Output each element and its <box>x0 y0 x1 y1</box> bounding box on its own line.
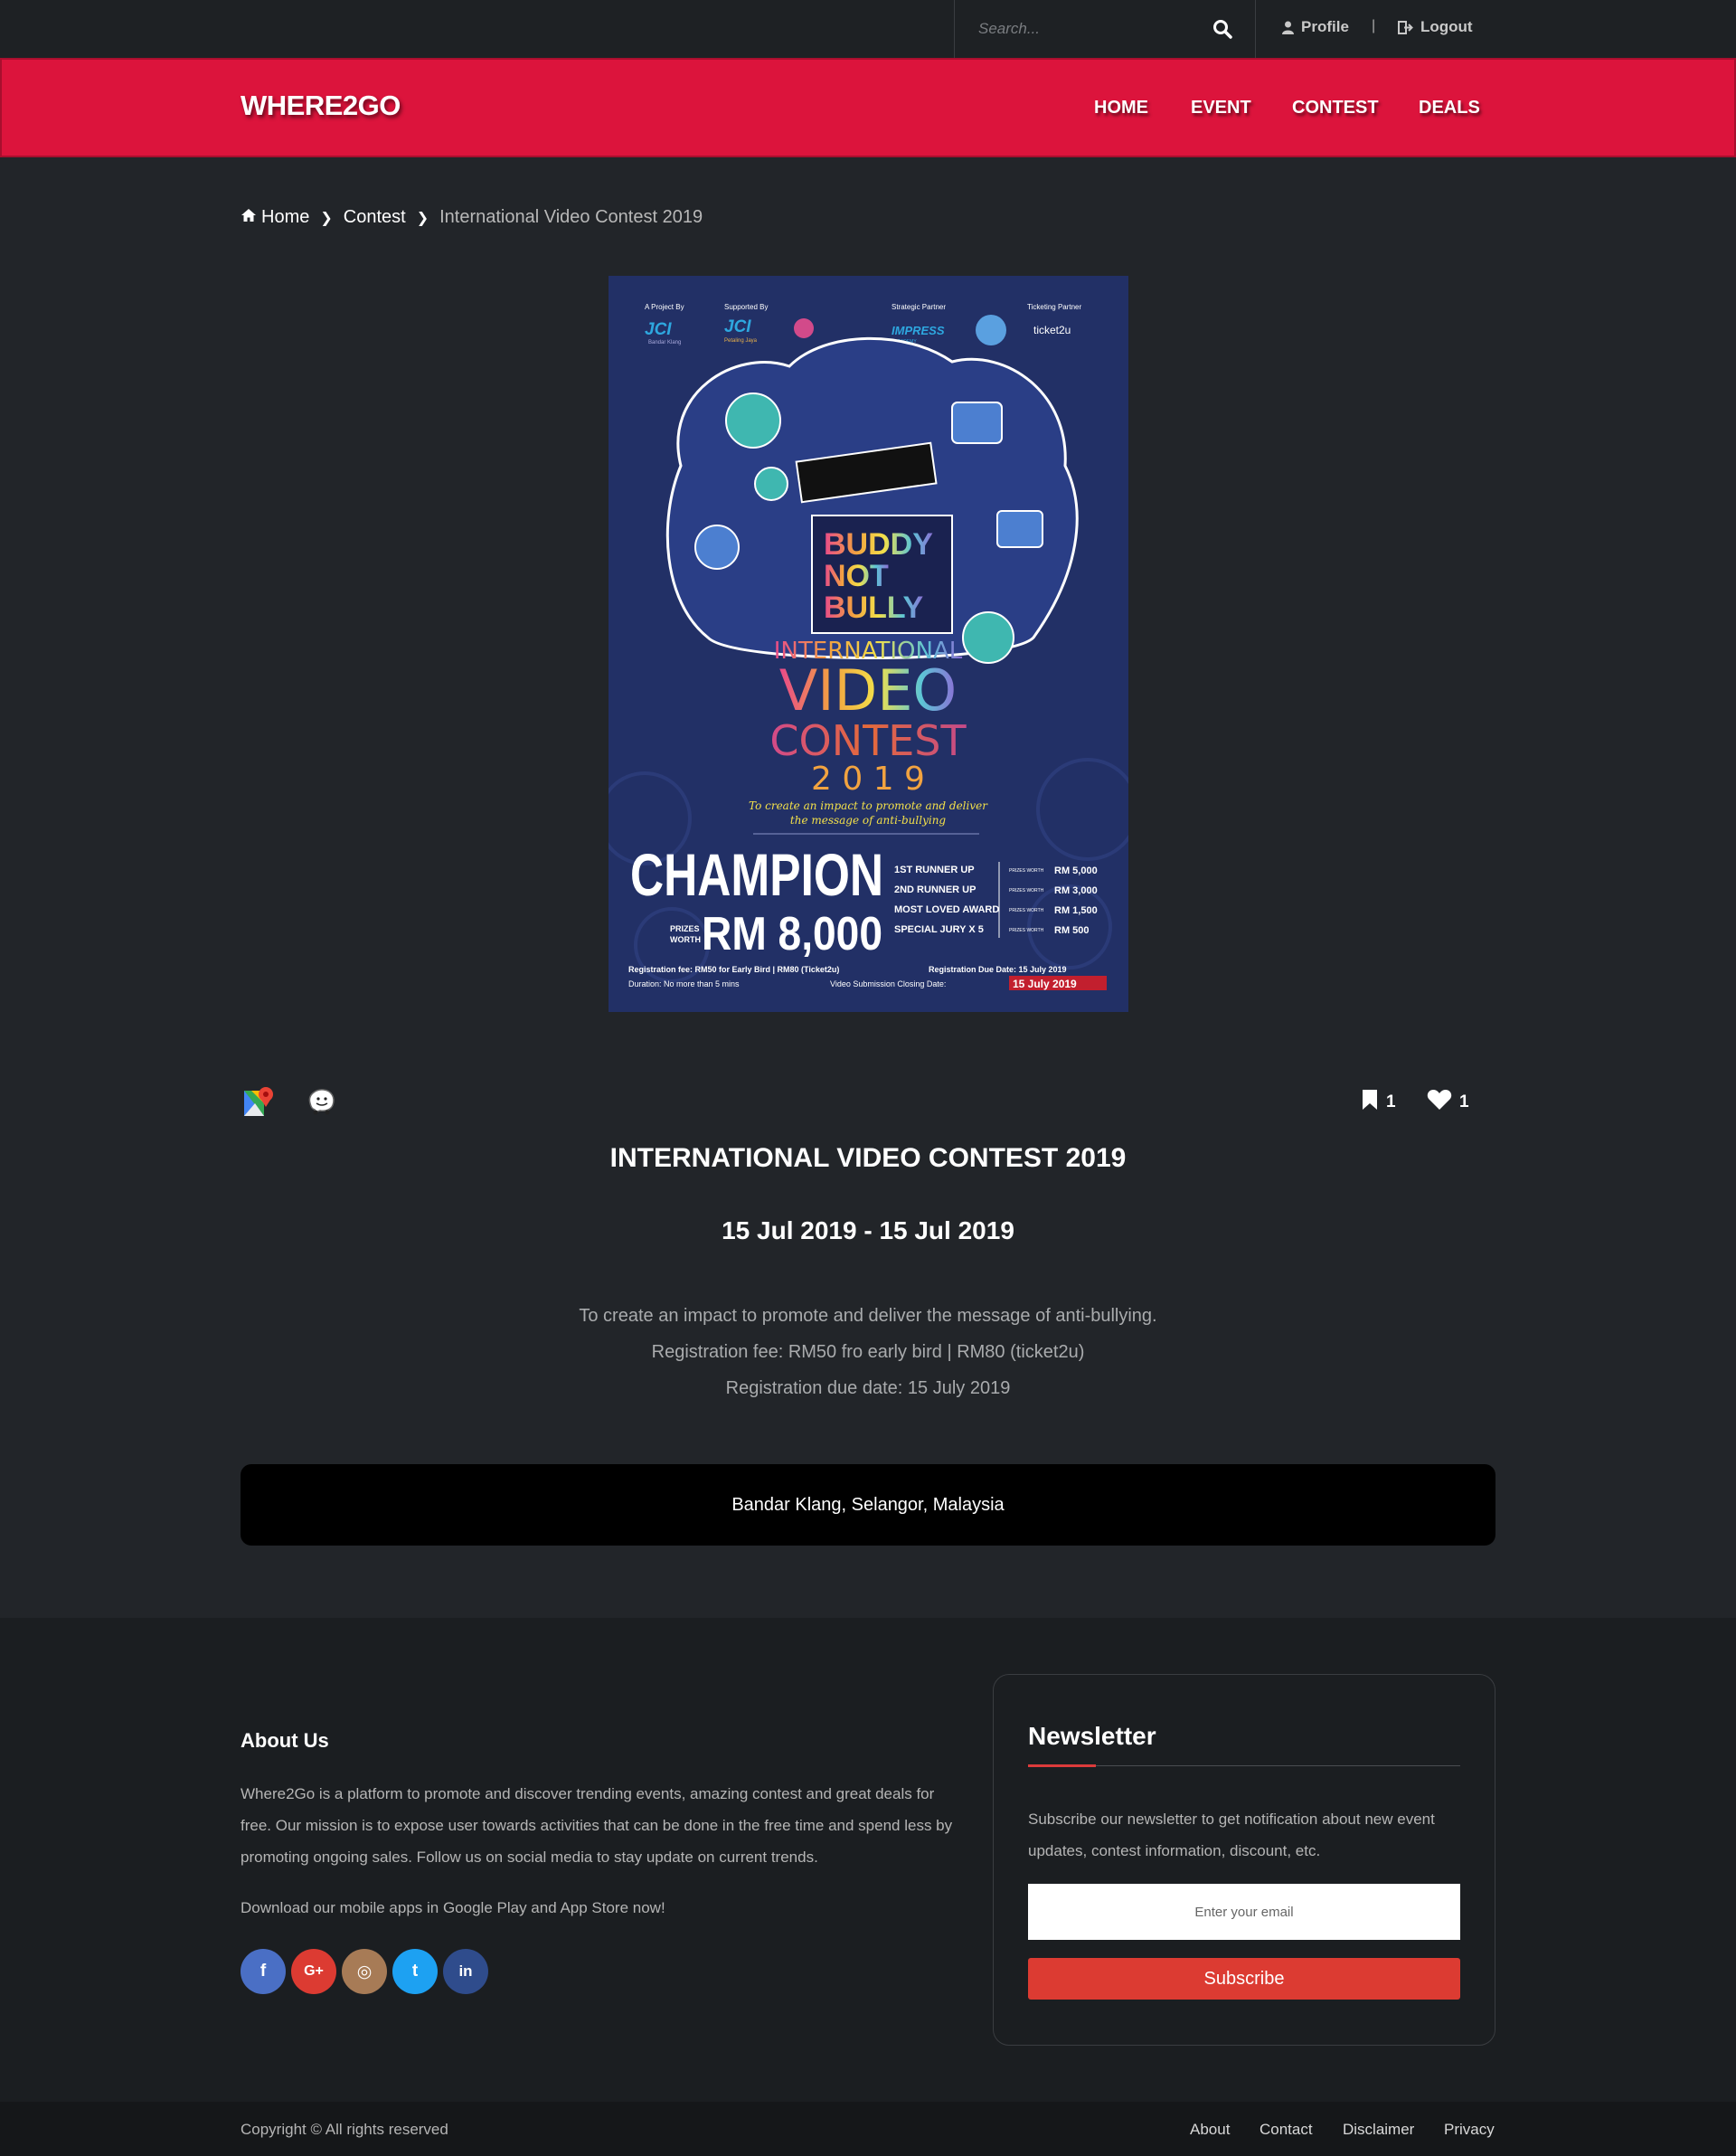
copyright: Copyright © All rights reserved <box>241 2121 448 2138</box>
subscribe-button[interactable]: Subscribe <box>1028 1958 1460 2000</box>
poster-champion-prize: RM 8,000 <box>702 908 882 960</box>
poster-prize-value: RM 1,500 <box>1054 905 1098 916</box>
google-plus-icon[interactable]: G+ <box>291 1949 336 1994</box>
event-description-line: Registration due date: 15 July 2019 <box>725 1378 1011 1398</box>
event-dates: 15 Jul 2019 - 15 Jul 2019 <box>722 1216 1014 1244</box>
poster-duration-line: Duration: No more than 5 mins <box>628 979 740 988</box>
event-description-line: Registration fee: RM50 fro early bird | … <box>651 1342 1085 1362</box>
poster-prizes-worth-small: PRIZES WORTH <box>1009 928 1044 933</box>
nav-separator: | <box>1372 18 1376 33</box>
event-poster: A Project By Supported By Strategic Part… <box>609 276 1128 1012</box>
divider-accent <box>1028 1764 1096 1767</box>
poster-prizes-worth: WORTH <box>670 935 701 944</box>
event-location: Bandar Klang, Selangor, Malaysia <box>241 1464 1495 1546</box>
nav-contest[interactable]: CONTEST <box>1292 98 1379 118</box>
top-bar: Profile | Logout <box>0 0 1736 58</box>
poster-champion: CHAMPION <box>630 841 883 908</box>
main-header: WHERE2GO HOME EVENT CONTEST DEALS <box>0 58 1736 157</box>
footer-link-contact[interactable]: Contact <box>1260 2121 1313 2139</box>
poster-prize-value: RM 3,000 <box>1054 885 1098 896</box>
poster-sponsor-label: Strategic Partner <box>892 303 946 311</box>
user-icon <box>1282 21 1294 34</box>
poster-headline: BUDDY <box>824 527 933 562</box>
search-icon[interactable] <box>1212 18 1235 42</box>
site-logo[interactable]: WHERE2GO <box>241 90 401 122</box>
poster-headline: BULLY <box>824 591 924 625</box>
event-description-line: To create an impact to promote and deliv… <box>579 1306 1157 1326</box>
poster-sponsor-label: A Project By <box>645 303 684 311</box>
poster-tagline: To create an impact to promote and deliv… <box>749 799 988 812</box>
nav-home[interactable]: HOME <box>1094 98 1148 118</box>
breadcrumb-home-label: Home <box>261 207 310 227</box>
like-count: 1 <box>1459 1092 1469 1111</box>
poster-line-video: VIDEO <box>779 657 957 723</box>
newsletter-title: Newsletter <box>1028 1722 1156 1750</box>
search-box <box>954 0 1256 58</box>
breadcrumb: Home ❯ Contest ❯ International Video Con… <box>241 207 703 228</box>
poster-sponsor-label: Supported By <box>724 303 768 311</box>
poster-sponsor-ticket2u: ticket2u <box>1033 324 1071 336</box>
breadcrumb-contest[interactable]: Contest <box>344 207 406 228</box>
poster-prizes-worth-small: PRIZES WORTH <box>1009 868 1044 874</box>
poster-sponsor-jci: JCI <box>724 317 751 336</box>
poster-prize-value: RM 5,000 <box>1054 865 1098 876</box>
poster-due-line: Registration Due Date: 15 July 2019 <box>929 965 1067 974</box>
poster-prize-value: RM 500 <box>1054 925 1090 936</box>
logout-label: Logout <box>1420 18 1473 35</box>
poster-sponsor-sub: Petaling Jaya <box>724 338 758 344</box>
bookmark-count: 1 <box>1386 1092 1396 1111</box>
poster-line-contest: CONTEST <box>769 716 967 765</box>
download-apps-text: Download our mobile apps in Google Play … <box>241 1899 665 1916</box>
linkedin-icon[interactable]: in <box>443 1949 488 1994</box>
instagram-icon[interactable]: ◎ <box>342 1949 387 1994</box>
home-icon <box>241 207 257 228</box>
poster-closing-line: Video Submission Closing Date: <box>830 979 946 988</box>
heart-icon <box>1427 1089 1452 1116</box>
poster-prize-label: 1ST RUNNER UP <box>894 865 975 875</box>
poster-sponsor-impress: IMPRESS <box>892 324 945 337</box>
bookmark-icon <box>1361 1089 1379 1116</box>
about-text: Where2Go is a platform to promote and di… <box>241 1785 953 1866</box>
poster-closing-date: 15 July 2019 <box>1013 978 1077 990</box>
event-title: INTERNATIONAL VIDEO CONTEST 2019 <box>609 1143 1127 1173</box>
footer-link-disclaimer[interactable]: Disclaimer <box>1343 2121 1414 2139</box>
facebook-icon[interactable]: f <box>241 1949 286 1994</box>
breadcrumb-home[interactable]: Home <box>241 207 309 228</box>
chevron-right-icon: ❯ <box>416 210 429 226</box>
poster-sponsor-jci: JCI <box>645 320 672 339</box>
profile-label: Profile <box>1301 18 1349 35</box>
bottom-bar: Copyright © All rights reserved About Co… <box>0 2102 1736 2156</box>
poster-prizes-worth-small: PRIZES WORTH <box>1009 908 1044 913</box>
about-title: About Us <box>241 1729 329 1752</box>
newsletter-text: Subscribe our newsletter to get notifica… <box>1028 1811 1435 1859</box>
logout-icon <box>1398 20 1413 34</box>
poster-prizes-worth-small: PRIZES WORTH <box>1009 888 1044 894</box>
waze-icon[interactable] <box>306 1087 336 1121</box>
poster-sponsor-sub: Bandar Klang <box>648 340 681 345</box>
footer-link-about[interactable]: About <box>1190 2121 1230 2139</box>
nav-event[interactable]: EVENT <box>1191 98 1251 118</box>
poster-sponsor-label: Ticketing Partner <box>1027 303 1082 311</box>
newsletter-email-input[interactable] <box>1028 1884 1460 1940</box>
bookmark-button[interactable]: 1 <box>1361 1089 1396 1116</box>
google-maps-icon[interactable] <box>242 1085 275 1122</box>
poster-fee-line: Registration fee: RM50 for Early Bird | … <box>628 965 839 974</box>
poster-headline: NOT <box>824 559 889 593</box>
poster-year: 2 0 1 9 <box>811 761 925 798</box>
search-input[interactable] <box>978 16 1204 42</box>
profile-link[interactable]: Profile <box>1282 18 1349 36</box>
logout-link[interactable]: Logout <box>1398 18 1473 36</box>
chevron-right-icon: ❯ <box>320 210 333 226</box>
poster-prize-label: MOST LOVED AWARD <box>894 904 999 915</box>
like-button[interactable]: 1 <box>1427 1089 1469 1116</box>
poster-prizes-worth: PRIZES <box>670 924 700 933</box>
poster-prize-label: SPECIAL JURY X 5 <box>894 924 984 935</box>
footer-link-privacy[interactable]: Privacy <box>1444 2121 1495 2139</box>
nav-deals[interactable]: DEALS <box>1419 98 1480 118</box>
breadcrumb-current: International Video Contest 2019 <box>439 207 703 227</box>
newsletter-box: Newsletter Subscribe our newsletter to g… <box>993 1674 1495 2046</box>
poster-tagline: the message of anti-bullying <box>790 814 947 827</box>
twitter-icon[interactable]: t <box>392 1949 438 1994</box>
poster-prize-label: 2ND RUNNER UP <box>894 884 976 895</box>
